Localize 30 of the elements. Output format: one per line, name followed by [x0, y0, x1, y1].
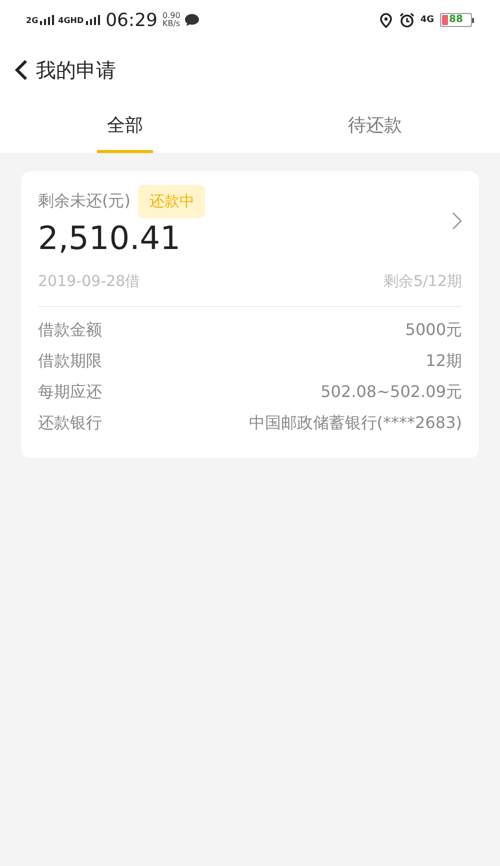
- location-pin-icon: [380, 12, 392, 28]
- balance-amount: 2,510.41: [38, 218, 182, 258]
- loan-card[interactable]: 剩余未还(元) 还款中 2,510.41 2019-09-28借 剩余5/12期 借款金额 5000元 借款期限 12期 每期应还 502.08~502.09元 还款银行 中国邮政储蓄银行(****2683): [21, 171, 479, 458]
- page-title: 我的申请: [36, 57, 116, 84]
- speed-unit: KB/s: [162, 20, 180, 28]
- detail-value: 中国邮政储蓄银行(****2683): [248, 412, 462, 434]
- loan-date: 2019-09-28借: [38, 270, 140, 292]
- detail-value: 5000元: [405, 319, 462, 341]
- tab[interactable]: 全部: [97, 100, 153, 153]
- alarm-clock-icon: [399, 12, 416, 28]
- status-tag: 还款中: [138, 185, 206, 218]
- detail-label: 借款金额: [38, 319, 102, 341]
- detail-value: 502.08~502.09元: [320, 381, 462, 403]
- chat-bubble-icon: [184, 13, 200, 27]
- detail-label: 还款银行: [38, 412, 102, 434]
- speed-value: 0.90: [162, 12, 180, 20]
- detail-label: 每期应还: [38, 381, 102, 403]
- remaining-terms: 剩余5/12期: [383, 270, 462, 292]
- battery-icon: 88: [440, 13, 474, 27]
- detail-value: 12期: [426, 350, 462, 372]
- signal-icon: [86, 15, 100, 25]
- tab[interactable]: 待还款: [338, 100, 412, 153]
- signal-icon: [40, 15, 54, 25]
- network-label: 4G: [420, 16, 434, 24]
- balance-label: 剩余未还(元): [38, 190, 130, 212]
- signal-label: 4GHD: [58, 17, 84, 25]
- detail-label: 借款期限: [38, 350, 102, 372]
- chevron-right-icon: [452, 212, 462, 230]
- clock: 06:29: [106, 8, 158, 32]
- signal-label: 2G: [26, 17, 38, 25]
